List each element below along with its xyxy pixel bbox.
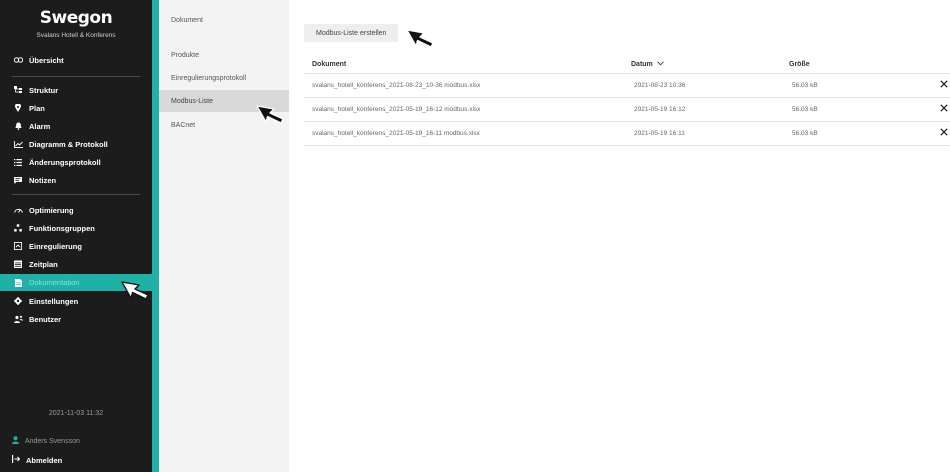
logout-icon bbox=[12, 455, 21, 465]
site-name: Svalans Hotell & Konferens bbox=[36, 32, 116, 39]
nav-label: Alarm bbox=[29, 121, 51, 131]
gear-icon bbox=[12, 297, 24, 305]
chart-icon bbox=[12, 140, 24, 148]
table-row: svalans_hotell_konferens_2021-05-19_16-1… bbox=[304, 98, 950, 122]
document-link[interactable]: svalans_hotell_konferens_2021-05-19_16-1… bbox=[312, 130, 480, 137]
nav-label: Änderungsprotokoll bbox=[29, 157, 101, 167]
nav-item-plan[interactable]: Plan bbox=[0, 99, 152, 117]
pointer-arrow-icon bbox=[406, 29, 434, 48]
table-row: svalans_hotell_konferens_2021-08-23_10-3… bbox=[304, 74, 950, 98]
nav-label: Zeitplan bbox=[29, 259, 58, 269]
nav-item-benutzer[interactable]: Benutzer bbox=[0, 310, 152, 328]
accent-stripe bbox=[152, 0, 159, 472]
nav-label: Notizen bbox=[29, 175, 57, 185]
divider bbox=[12, 76, 140, 77]
column-header-date-label: Datum bbox=[631, 61, 653, 68]
brand-logo[interactable]: Swegon bbox=[0, 8, 152, 28]
main-content: Modbus-Liste erstellen Dokument Datum Gr… bbox=[289, 0, 950, 472]
user-icon bbox=[12, 436, 19, 446]
main-sidebar: Swegon Svalans Hotell & Konferens Übersi… bbox=[0, 0, 152, 472]
nav-item-funktionsgruppen[interactable]: Funktionsgruppen bbox=[0, 219, 152, 237]
submenu-item-produkte[interactable]: Produkte bbox=[159, 44, 289, 66]
bell-icon bbox=[12, 122, 24, 130]
nav-label: Diagramm & Protokoll bbox=[29, 139, 108, 149]
delete-icon[interactable] bbox=[940, 127, 948, 139]
nav-item-alarm[interactable]: Alarm bbox=[0, 117, 152, 135]
app-window: Swegon Svalans Hotell & Konferens Übersi… bbox=[0, 0, 950, 472]
nav-label: Dokumentation bbox=[29, 278, 80, 287]
pointer-arrow-icon bbox=[121, 281, 149, 300]
column-header-date[interactable]: Datum bbox=[631, 61, 664, 68]
document-link[interactable]: svalans_hotell_konferens_2021-08-23_10-3… bbox=[312, 82, 480, 89]
nav-label: Benutzer bbox=[29, 314, 62, 324]
nav-item-diagramm[interactable]: Diagramm & Protokoll bbox=[0, 135, 152, 153]
brand: Swegon Svalans Hotell & Konferens bbox=[0, 8, 152, 39]
overview-icon bbox=[12, 57, 24, 63]
document-date: 2021-08-23 10:36 bbox=[634, 82, 686, 89]
delete-icon[interactable] bbox=[940, 79, 948, 91]
structure-icon bbox=[12, 86, 24, 94]
chevron-down-icon bbox=[656, 61, 664, 68]
document-date: 2021-05-19 16:11 bbox=[634, 130, 685, 137]
logout-button[interactable]: Abmelden bbox=[12, 455, 62, 465]
create-modbus-list-button[interactable]: Modbus-Liste erstellen bbox=[304, 24, 399, 42]
nav-item-zeitplan[interactable]: Zeitplan bbox=[0, 255, 152, 273]
documents-table: Dokument Datum Größe svalans_hotell_konf… bbox=[304, 58, 950, 146]
location-pin-icon bbox=[12, 104, 24, 112]
pointer-arrow-icon bbox=[256, 105, 284, 124]
submenu-label: Modbus-Liste bbox=[171, 97, 214, 105]
logout-label: Abmelden bbox=[26, 455, 63, 465]
nav-item-notizen[interactable]: Notizen bbox=[0, 171, 152, 189]
submenu-item-einregulierungsprotokoll[interactable]: Einregulierungsprotokoll bbox=[159, 67, 289, 89]
document-link[interactable]: svalans_hotell_konferens_2021-05-19_16-1… bbox=[312, 106, 480, 113]
nav-item-einregulierung[interactable]: Einregulierung bbox=[0, 237, 152, 255]
nav-label: Optimierung bbox=[29, 205, 74, 215]
submenu-item-dokument[interactable]: Dokument bbox=[159, 0, 289, 24]
nav-label: Struktur bbox=[29, 85, 59, 95]
document-date: 2021-05-19 16:12 bbox=[634, 106, 686, 113]
nav-label: Einregulierung bbox=[29, 241, 82, 251]
note-icon bbox=[12, 176, 24, 184]
nav-item-optimierung[interactable]: Optimierung bbox=[0, 201, 152, 219]
nav-item-overview[interactable]: Übersicht bbox=[0, 51, 152, 69]
table-row: svalans_hotell_konferens_2021-05-19_16-1… bbox=[304, 122, 950, 146]
balancing-icon bbox=[12, 242, 24, 250]
divider bbox=[12, 194, 140, 195]
submenu-label: Produkte bbox=[171, 51, 200, 59]
calendar-icon bbox=[12, 260, 24, 268]
list-icon bbox=[12, 158, 24, 166]
column-header-document: Dokument bbox=[312, 61, 347, 68]
gauge-icon bbox=[12, 207, 24, 213]
document-size: 56.03 kB bbox=[792, 82, 818, 89]
submenu-label: Einregulierungsprotokoll bbox=[171, 74, 247, 82]
nav-label: Übersicht bbox=[29, 55, 64, 65]
nav-label: Einstellungen bbox=[29, 296, 79, 306]
nav-item-struktur[interactable]: Struktur bbox=[0, 81, 152, 99]
current-time: 2021-11-03 11:32 bbox=[48, 410, 104, 417]
document-size: 56.03 kB bbox=[792, 130, 818, 137]
nav-item-aenderungsprotokoll[interactable]: Änderungsprotokoll bbox=[0, 153, 152, 171]
documentation-submenu: Dokument Produkte Einregulierungsprotoko… bbox=[159, 0, 289, 472]
column-header-size: Größe bbox=[789, 61, 810, 68]
nav-label: Funktionsgruppen bbox=[29, 223, 95, 233]
table-header: Dokument Datum Größe bbox=[304, 58, 950, 74]
document-icon bbox=[12, 278, 24, 287]
submenu-label: BACnet bbox=[171, 121, 196, 129]
delete-icon[interactable] bbox=[940, 103, 948, 115]
user-name: Anders Svensson bbox=[25, 437, 80, 445]
submenu-label: Dokument bbox=[171, 16, 203, 24]
document-size: 56.03 kB bbox=[792, 106, 818, 113]
group-icon bbox=[12, 224, 24, 232]
current-user[interactable]: Anders Svensson bbox=[12, 436, 80, 446]
nav-label: Plan bbox=[29, 103, 45, 113]
users-icon bbox=[12, 315, 24, 323]
